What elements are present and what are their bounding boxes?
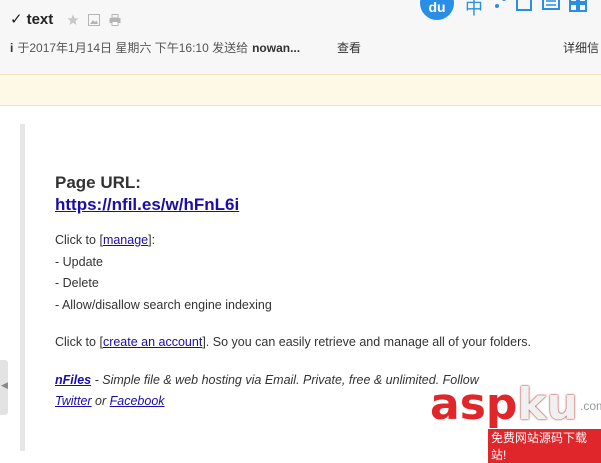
watermark-asp: asp (430, 379, 518, 430)
email-body: Page URL: https://nfil.es/w/hFnL6i Click… (55, 172, 585, 413)
view-link[interactable]: 查看 (337, 39, 361, 56)
list-item: - Update (55, 254, 103, 269)
recipient[interactable]: nowan... (252, 41, 300, 55)
manage-link[interactable]: manage (103, 233, 148, 247)
chevron-left-icon: ◀ (1, 380, 8, 390)
star-icon[interactable] (67, 13, 79, 25)
ime-chinese-toggle[interactable]: 中 (465, 0, 483, 20)
nfiles-link[interactable]: nFiles (55, 373, 91, 387)
page-url-label: Page URL: (55, 173, 141, 192)
watermark-tagline: 免费网站源码下载站! (488, 429, 601, 463)
ime-skin-icon[interactable] (516, 0, 532, 17)
account-line: Click to [create an account]. So you can… (55, 335, 531, 349)
subject-row: ✓ text (10, 9, 130, 29)
page-url-link[interactable]: https://nfil.es/w/hFnL6i (55, 194, 585, 216)
side-collapse-handle[interactable]: ◀ (0, 360, 8, 415)
ime-menu-icon[interactable] (569, 0, 587, 17)
email-meta: i 于2017年1月14日 星期六 下午16:10 发送给 nowan... 查看 (10, 39, 361, 56)
print-icon[interactable] (109, 13, 121, 26)
image-icon[interactable] (88, 13, 101, 26)
quote-bar (20, 124, 25, 451)
email-subject: text (26, 10, 54, 28)
create-account-link[interactable]: create an account (103, 335, 202, 349)
ime-punctuation-icon[interactable] (492, 0, 510, 17)
info-icon: i (10, 41, 14, 55)
facebook-link[interactable]: Facebook (110, 394, 165, 408)
sent-date: 于2017年1月14日 星期六 下午16:10 发送给 (17, 41, 249, 55)
ime-keyboard-icon[interactable] (542, 0, 560, 17)
list-item: - Delete (55, 276, 99, 290)
watermark-ku: ku (517, 379, 578, 430)
manage-line: Click to [manage]: (55, 233, 156, 247)
list-item: - Allow/disallow search engine indexing (55, 297, 272, 312)
details-link[interactable]: 详细信 (563, 39, 599, 56)
read-check-icon: ✓ (10, 11, 23, 28)
notice-banner (0, 74, 601, 106)
twitter-link[interactable]: Twitter (55, 394, 92, 408)
watermark-logo: aspku .com 免费网站源码下载站! (430, 383, 601, 463)
watermark-domain: .com (580, 399, 601, 413)
ime-toolbar: du 中 (420, 0, 601, 20)
